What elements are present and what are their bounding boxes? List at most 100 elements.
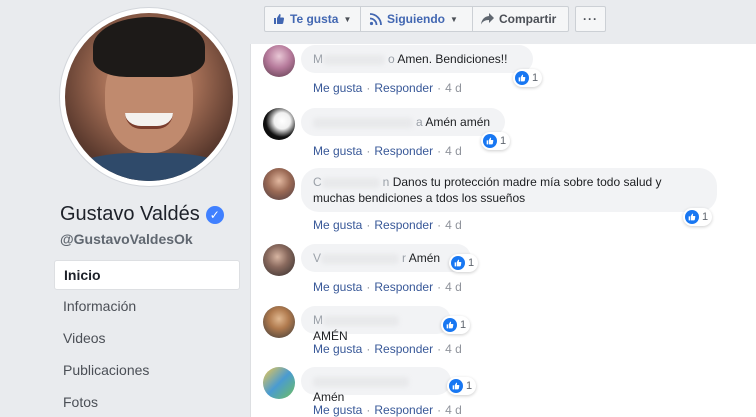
comment-timestamp[interactable]: 4 d — [445, 403, 462, 417]
redacted-name — [321, 177, 380, 188]
nav-item-publicaciones[interactable]: Publicaciones — [54, 354, 240, 386]
like-page-button[interactable]: Te gusta ▼ — [264, 6, 361, 32]
comment-text-line2: muchas bendiciones a tdos los ssueños — [313, 191, 526, 205]
comment-text: Amén amén — [425, 115, 491, 129]
nav-item-inicio[interactable]: Inicio — [54, 260, 240, 290]
reaction-count: 1 — [702, 211, 709, 223]
comment-reactions[interactable]: 1 — [683, 208, 713, 226]
separator-dot: · — [437, 144, 442, 158]
redacted-name — [313, 117, 413, 128]
follow-page-button[interactable]: Siguiendo ▼ — [361, 6, 473, 32]
comment-like-link[interactable]: Me gusta — [313, 342, 362, 356]
comment-actions: Me gusta · Responder · 4 d — [313, 342, 462, 356]
nav-item-fotos[interactable]: Fotos — [54, 386, 240, 417]
comment-bubble: M AMÉN — [301, 306, 451, 343]
comment-actions: Me gusta · Responder · 4 d — [313, 280, 462, 294]
commenter-avatar[interactable] — [263, 108, 295, 140]
comment-timestamp[interactable]: 4 d — [445, 218, 462, 232]
commenter-name[interactable]: M — [313, 313, 402, 327]
profile-hair — [93, 17, 205, 77]
comment-text: Danos tu protección madre mía sobre todo… — [392, 175, 662, 189]
nav-item-informacion[interactable]: Información — [54, 290, 240, 322]
comment-bubble: Mo Amen. Bendiciones!! — [301, 45, 533, 73]
comment-actions: Me gusta · Responder · 4 d — [313, 144, 462, 158]
commenter-name[interactable]: Vr — [313, 251, 406, 265]
reaction-count: 1 — [468, 257, 475, 269]
commenter-avatar[interactable] — [263, 244, 295, 276]
commenter-name[interactable]: a — [313, 115, 423, 129]
comment-actions: Me gusta · Responder · 4 d — [313, 218, 462, 232]
comment-reply-link[interactable]: Responder — [374, 218, 433, 232]
chevron-down-icon: ▼ — [450, 14, 458, 24]
rss-icon — [369, 12, 382, 25]
commenter-name[interactable]: Cn — [313, 175, 389, 189]
separator-dot: · — [366, 218, 371, 232]
comment-like-link[interactable]: Me gusta — [313, 81, 362, 95]
comment-reactions[interactable]: 1 — [441, 316, 471, 334]
separator-dot: · — [437, 280, 442, 294]
reaction-count: 1 — [532, 72, 539, 84]
comment-timestamp[interactable]: 4 d — [445, 280, 462, 294]
commenter-avatar[interactable] — [263, 367, 295, 399]
comment-reply-link[interactable]: Responder — [374, 403, 433, 417]
profile-picture-frame[interactable] — [60, 8, 238, 186]
profile-picture[interactable] — [65, 13, 233, 181]
page-sidebar: Gustavo Valdés ✓ @GustavoValdesOk Inicio… — [0, 0, 250, 417]
more-options-button[interactable]: ··· — [575, 6, 606, 32]
comment-timestamp[interactable]: 4 d — [445, 81, 462, 95]
comment-bubble: Vr Amén — [301, 244, 471, 272]
comment-bubble: a Amén amén — [301, 108, 505, 136]
comment-reply-link[interactable]: Responder — [374, 144, 433, 158]
page-name-text[interactable]: Gustavo Valdés — [60, 203, 200, 226]
commenter-name[interactable] — [313, 374, 412, 388]
comment-reactions[interactable]: 1 — [447, 377, 477, 395]
like-reaction-icon — [685, 210, 699, 224]
redacted-name — [313, 376, 409, 387]
page-title[interactable]: Gustavo Valdés ✓ — [60, 203, 224, 226]
comment-bubble: Cn Danos tu protección madre mía sobre t… — [301, 168, 717, 212]
comment-text: Amen. Bendiciones!! — [397, 52, 508, 66]
separator-dot: · — [366, 81, 371, 95]
commenter-name[interactable]: Mo — [313, 52, 395, 66]
separator-dot: · — [437, 218, 442, 232]
comment-reactions[interactable]: 1 — [449, 254, 479, 272]
separator-dot: · — [437, 81, 442, 95]
comments-feed: Mo Amen. Bendiciones!! 1 Me gusta · Respon… — [250, 44, 756, 417]
separator-dot: · — [366, 280, 371, 294]
share-page-button[interactable]: Compartir — [473, 6, 569, 32]
like-reaction-icon — [449, 379, 463, 393]
nav-item-videos[interactable]: Videos — [54, 322, 240, 354]
commenter-avatar[interactable] — [263, 306, 295, 338]
profile-shirt — [75, 153, 225, 181]
comment-reply-link[interactable]: Responder — [374, 342, 433, 356]
comment-like-link[interactable]: Me gusta — [313, 144, 362, 158]
like-reaction-icon — [483, 134, 497, 148]
comment-like-link[interactable]: Me gusta — [313, 280, 362, 294]
main-content: Te gusta ▼ Siguiendo ▼ Compartir ··· Mo … — [250, 0, 756, 417]
redacted-name — [323, 315, 399, 326]
comment-text: Amén — [313, 390, 345, 404]
reaction-count: 1 — [460, 319, 467, 331]
comment-reply-link[interactable]: Responder — [374, 81, 433, 95]
comment-reply-link[interactable]: Responder — [374, 280, 433, 294]
comment-like-link[interactable]: Me gusta — [313, 403, 362, 417]
comment-timestamp[interactable]: 4 d — [445, 144, 462, 158]
comment-text: AMÉN — [313, 329, 348, 343]
separator-dot: · — [366, 144, 371, 158]
commenter-avatar[interactable] — [263, 168, 295, 200]
comment-actions: Me gusta · Responder · 4 d — [313, 403, 462, 417]
page-handle[interactable]: @GustavoValdesOk — [60, 231, 193, 247]
redacted-name — [321, 253, 400, 264]
share-arrow-icon — [481, 13, 494, 25]
comment-timestamp[interactable]: 4 d — [445, 342, 462, 356]
share-page-label: Compartir — [499, 12, 557, 26]
separator-dot: · — [437, 342, 442, 356]
commenter-avatar[interactable] — [263, 45, 295, 77]
like-reaction-icon — [451, 256, 465, 270]
comment-reactions[interactable]: 1 — [481, 132, 511, 150]
separator-dot: · — [437, 403, 442, 417]
comment-like-link[interactable]: Me gusta — [313, 218, 362, 232]
comment-reactions[interactable]: 1 — [513, 69, 543, 87]
chevron-down-icon: ▼ — [343, 14, 352, 24]
comment-actions: Me gusta · Responder · 4 d — [313, 81, 462, 95]
